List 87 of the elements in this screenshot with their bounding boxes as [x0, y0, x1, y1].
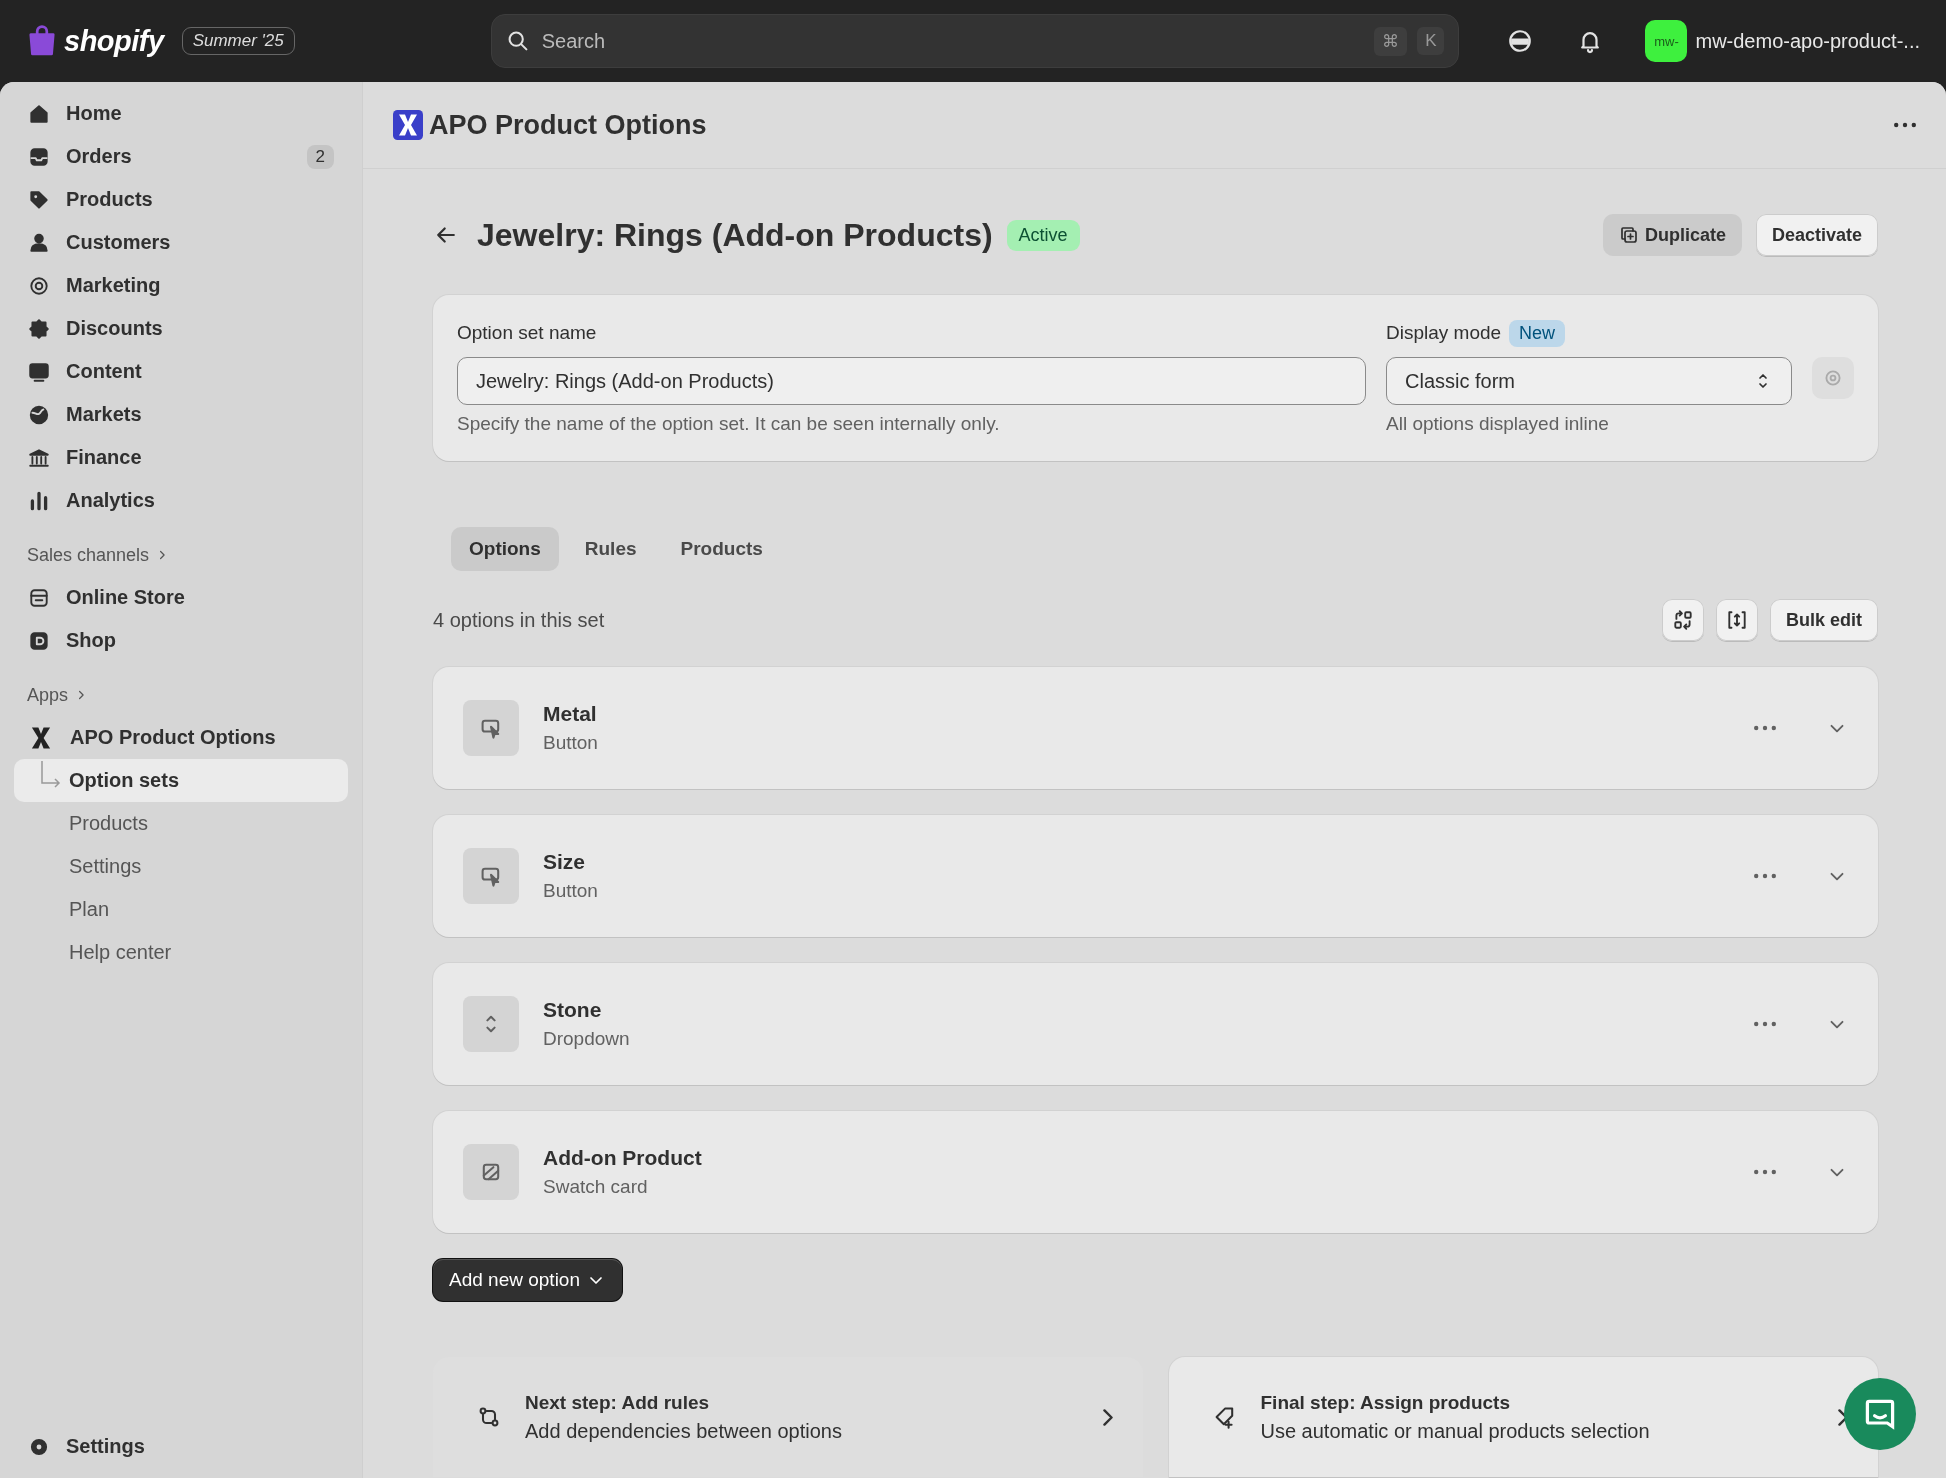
shortcut-key: K	[1417, 27, 1445, 55]
sidebar-item[interactable]: Markets	[14, 393, 348, 436]
page-title: Jewelry: Rings (Add-on Products)	[477, 216, 993, 254]
search-input[interactable]: Search	[539, 28, 1365, 54]
section-heading[interactable]: Apps	[27, 684, 69, 706]
sidebar-subitem[interactable]: Products	[14, 802, 348, 845]
help-text: All options displayed inline	[1386, 413, 1610, 435]
sidebar-item[interactable]: Online Store	[14, 576, 348, 619]
sidebar-item[interactable]: Shop	[14, 619, 348, 662]
more-icon[interactable]	[1754, 873, 1776, 879]
sidebar-item[interactable]: Marketing	[14, 264, 348, 307]
sidebar-item[interactable]: Home	[14, 92, 348, 135]
step-card[interactable]: Final step: Assign products Use automatic or manual products selection	[1168, 1357, 1878, 1477]
count-badge: 2	[306, 144, 334, 169]
bar-chart-icon	[28, 489, 50, 512]
more-icon[interactable]	[1754, 1169, 1776, 1175]
option-name: Size	[543, 850, 587, 874]
app-logo-icon	[393, 110, 423, 140]
option-card[interactable]: Add-on Product Swatch card	[433, 1111, 1878, 1233]
sidebar-item[interactable]: Orders 2	[14, 135, 348, 178]
option-card[interactable]: Metal Button	[433, 667, 1878, 789]
tab[interactable]: Products	[662, 527, 781, 571]
store-avatar[interactable]: mw-	[1645, 20, 1688, 62]
option-name: Add-on Product	[543, 1146, 703, 1170]
option-name: Stone	[543, 998, 603, 1022]
option-card[interactable]: Stone Dropdown	[433, 963, 1878, 1085]
action-button[interactable]: Deactivate	[1755, 214, 1878, 256]
expand-vertical-icon	[1726, 609, 1748, 631]
option-type: Button	[543, 732, 599, 754]
sidebar-item[interactable]: Discounts	[14, 307, 348, 350]
tab[interactable]: Rules	[566, 527, 655, 571]
option-card[interactable]: Size Button	[433, 815, 1878, 937]
sidebar-item[interactable]: Analytics	[14, 479, 348, 522]
sidebar-item[interactable]: Products	[14, 178, 348, 221]
section-heading[interactable]: Sales channels	[27, 544, 150, 566]
status-badge: Active	[1006, 219, 1080, 251]
step-description: Use automatic or manual products selection	[1260, 1419, 1651, 1443]
option-type: Dropdown	[543, 1028, 631, 1050]
brand-name[interactable]: shopify	[64, 24, 164, 58]
sidebar-subitem[interactable]: Settings	[14, 845, 348, 888]
step-title: Next step: Add rules	[525, 1391, 711, 1414]
more-icon[interactable]	[1754, 725, 1776, 731]
search-bar[interactable]: Search ⌘ K	[490, 14, 1460, 68]
store-name[interactable]: mw-demo-apo-product-...	[1695, 29, 1920, 53]
tag-icon	[28, 188, 50, 211]
reorder-icon	[1672, 609, 1694, 631]
options-count: 4 options in this set	[433, 608, 606, 632]
duplicate-icon	[1618, 225, 1639, 245]
display-mode-select[interactable]: Classic form	[1386, 357, 1792, 405]
option-type: Button	[543, 880, 599, 902]
option-type: Swatch card	[543, 1176, 649, 1198]
help-text: Specify the name of the option set. It can be seen internally only.	[457, 413, 1001, 435]
edition-badge: Summer '25	[181, 27, 295, 55]
app-title: APO Product Options	[429, 109, 708, 141]
sidebar-subitem[interactable]: Plan	[14, 888, 348, 931]
field-label: Option set name	[457, 321, 598, 345]
sidebar-subitem[interactable]: Help center	[14, 931, 348, 974]
inbox-icon	[28, 145, 50, 168]
bulk-edit-button[interactable]: Bulk edit	[1770, 599, 1878, 641]
more-icon[interactable]	[1894, 122, 1916, 128]
shopping-bag-icon	[26, 25, 58, 57]
option-name: Metal	[543, 702, 598, 726]
discount-icon	[28, 317, 50, 340]
step-title: Final step: Assign products	[1260, 1391, 1511, 1414]
step-description: Add dependencies between options	[525, 1419, 843, 1443]
add-option-button[interactable]: Add new option	[433, 1259, 622, 1301]
person-icon	[28, 231, 50, 254]
chevron-right-icon	[1102, 1408, 1113, 1426]
action-button[interactable]: Duplicate	[1602, 214, 1742, 256]
field-label: Display mode	[1386, 322, 1502, 344]
more-icon[interactable]	[1754, 1021, 1776, 1027]
shop-icon	[28, 629, 50, 652]
new-badge: New	[1509, 319, 1566, 347]
bank-icon	[28, 446, 50, 469]
sidebar-item[interactable]: APO Product Options	[14, 716, 348, 759]
target-icon	[28, 274, 50, 297]
sidebar-item[interactable]: Customers	[14, 221, 348, 264]
shortcut-key: ⌘	[1374, 26, 1408, 56]
sidebar-subitem[interactable]: Option sets	[14, 759, 348, 802]
sidebar-item[interactable]: Settings	[14, 1425, 348, 1468]
storefront-icon	[28, 586, 50, 609]
sidebar-item[interactable]: Content	[14, 350, 348, 393]
tab[interactable]: Options	[451, 527, 559, 571]
sidebar-item[interactable]: Finance	[14, 436, 348, 479]
expand-button[interactable]	[1716, 599, 1758, 641]
name-field[interactable]: Jewelry: Rings (Add-on Products)	[457, 357, 1366, 405]
reorder-button[interactable]	[1662, 599, 1704, 641]
